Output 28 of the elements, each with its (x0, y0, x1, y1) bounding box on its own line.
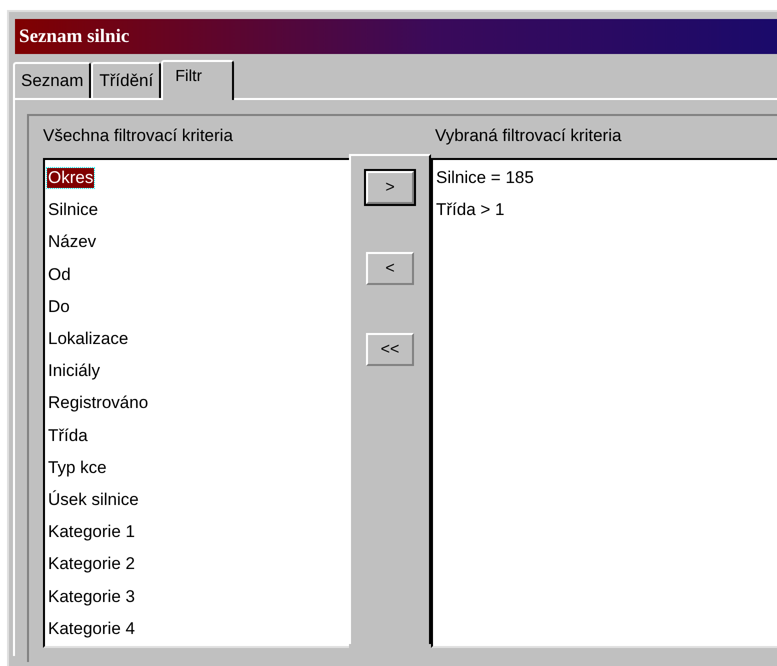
move-button[interactable]: < (366, 252, 414, 285)
list-label: Všechna filtrovací kriteria (43, 126, 234, 147)
list-item[interactable]: Kategorie 4 (47, 618, 136, 639)
list-item[interactable]: Úsek silnice (47, 490, 140, 510)
list-item[interactable]: Lokalizace (47, 329, 130, 350)
move-button[interactable]: > (366, 171, 414, 204)
list-item[interactable]: Registrováno (47, 393, 150, 414)
list-item[interactable]: Silnice (47, 200, 100, 220)
list-item[interactable]: Třída > 1 (435, 200, 506, 220)
list-item[interactable]: Iniciály (47, 361, 101, 382)
list-item[interactable]: Od (47, 264, 72, 285)
list-item[interactable]: Kategorie 2 (47, 554, 136, 574)
list-item[interactable]: Typ kce (47, 458, 108, 478)
move-button[interactable]: << (366, 333, 414, 366)
tab[interactable]: Seznam (13, 62, 92, 98)
list-label: Vybraná filtrovací kriteria (435, 126, 622, 147)
tab[interactable]: Filtr (161, 60, 234, 100)
list-item[interactable]: Třída (47, 426, 89, 446)
list-item[interactable]: Do (47, 296, 71, 317)
list-item[interactable]: Kategorie 3 (47, 586, 136, 607)
selected-criteria-list[interactable]: Silnice = 185 Třída > 1 (431, 158, 777, 648)
tab[interactable]: Třídění (91, 62, 162, 98)
list-item[interactable]: Okres (47, 168, 94, 188)
window-title: Seznam silnic (19, 26, 130, 48)
list-item[interactable]: Kategorie 1 (47, 522, 136, 542)
list-item[interactable]: Silnice = 185 (435, 168, 535, 188)
criteria-list[interactable]: Okres Silnice Název Od Do Lokalizace Iniciály Registrováno Třída Typ kce Úsek silnice Kategorie 1 Kategorie 2 Kategorie 3 Kategorie 4 (43, 158, 349, 648)
list-item[interactable]: Název (47, 232, 98, 252)
